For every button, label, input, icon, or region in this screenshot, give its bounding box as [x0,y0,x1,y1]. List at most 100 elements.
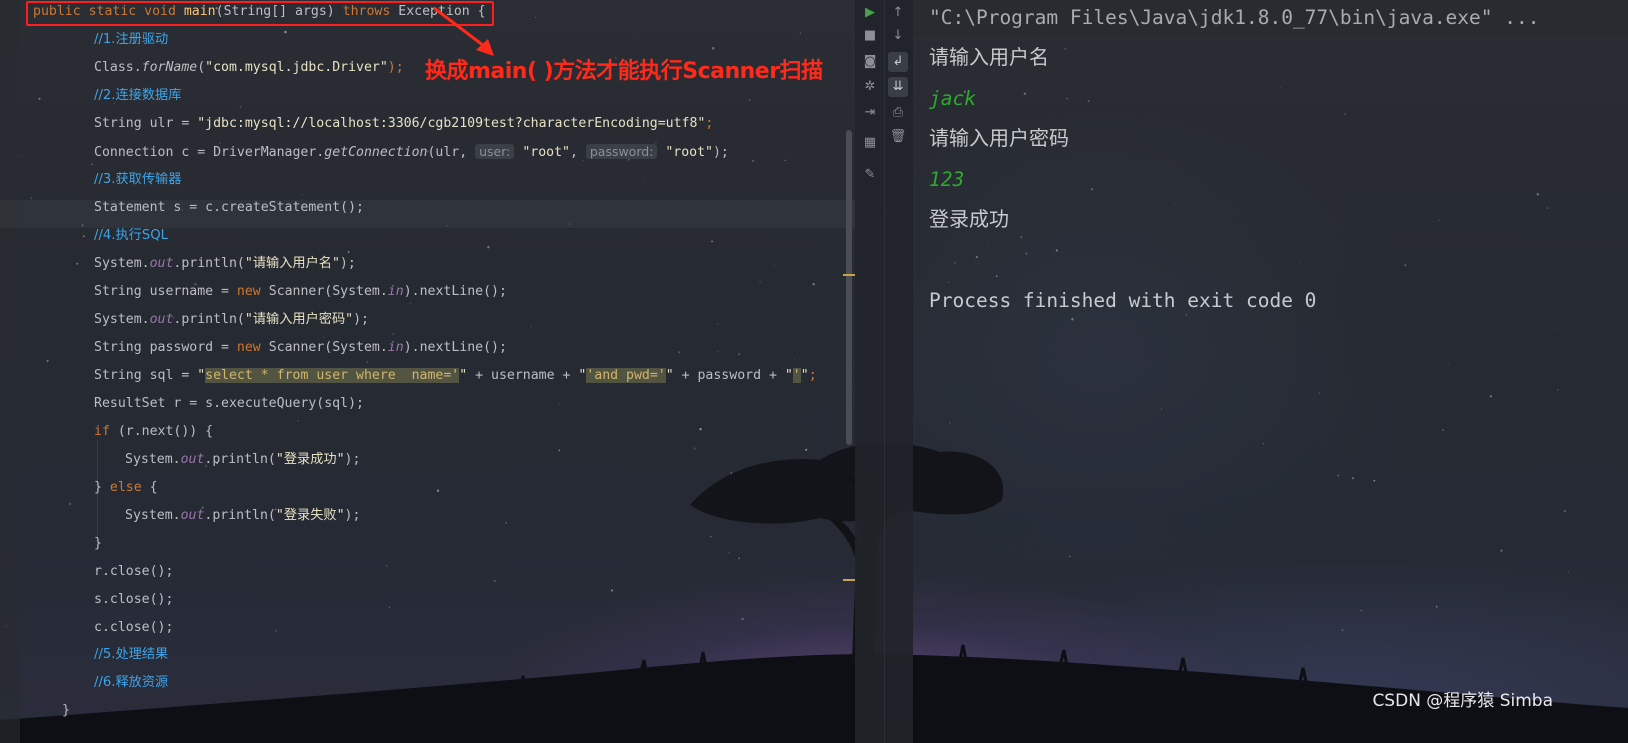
code-token: ); [353,312,369,327]
code-token: ); [344,508,361,523]
code-token: String username = [94,284,237,299]
code-line-23[interactable]: c.close(); [94,616,173,640]
string-token: "请输入用户名" [244,256,340,271]
ide-window: public static void main(String[] args) t… [0,0,1628,743]
string-token: "jdbc:mysql://localhost:3306/cgb2109test… [197,116,706,131]
field-token: out [180,508,205,523]
console-exit-message: Process finished with exit code 0 [929,289,1317,312]
code-line-17[interactable]: System.out.println("登录成功"); [125,448,360,472]
console-input-user: jack [929,87,976,110]
string-token: " [800,368,809,383]
keyword-token: new [236,284,261,299]
scroll-end-icon[interactable]: ⇊ [888,77,908,97]
code-token: .println( [173,312,245,327]
string-token: "登录成功" [275,452,345,467]
keyword-token: else [109,480,142,495]
field-token: out [149,256,174,271]
string-token: "登录失败" [275,508,345,523]
code-line-24[interactable]: //5.处理结果 [94,643,168,667]
string-token: " [784,368,793,383]
code-token: Class. [94,60,142,75]
sql-injection-highlight: 'and pwd=' [586,368,666,383]
scrollbar-marker [843,579,855,581]
down-icon[interactable]: ↓ [888,26,908,46]
code-line-3[interactable]: Class.forName("com.mysql.jdbc.Driver"); [94,56,404,80]
code-line-16[interactable]: if (r.next()) { [94,420,213,444]
sql-injection-highlight: select * from user where name=' [205,368,460,383]
field-token: out [180,452,205,467]
editor-scrollbar[interactable] [846,130,852,445]
code-token: + username + [467,368,579,383]
code-line-7[interactable]: //3.获取传输器 [94,168,181,192]
layout-icon[interactable]: ▦ [860,133,880,153]
code-line-14[interactable]: String sql = "select * from user where n… [94,364,817,388]
stop-icon[interactable]: ■ [860,26,880,46]
code-token: String password = [94,340,237,355]
run-icon[interactable]: ▶ [860,3,880,23]
code-line-8[interactable]: Statement s = c.createStatement(); [94,196,364,220]
code-line-20[interactable]: } [94,532,102,556]
code-line-5[interactable]: String ulr = "jdbc:mysql://localhost:330… [94,112,713,136]
run-toolbar: ▶ ■ ◙ ✲ ⇥ ▦ ✎ ↑ ↓ ↲ ⇊ ⎙ 🗑 [855,0,913,743]
code-line-22[interactable]: s.close(); [94,588,173,612]
trash-icon[interactable]: 🗑 [888,127,908,147]
code-token: ( [197,60,206,75]
code-token: System. [125,452,181,467]
code-token: ); [712,145,729,160]
camera-icon[interactable]: ◙ [860,52,880,72]
code-token: String sql = [94,368,198,383]
field-token: in [387,284,404,299]
console-input-password: 123 [929,168,965,191]
code-token: Scanner(System. [260,340,388,355]
code-token: { [141,480,158,495]
string-token: " [197,368,206,383]
code-line-26[interactable]: } [62,699,70,723]
code-token: Connection c = DriverManager. [94,145,325,160]
highlight-box [26,1,494,26]
string-token: "root" [514,145,570,160]
code-token: , [569,145,586,160]
code-token: ).nextLine(); [403,340,507,355]
code-token: Scanner(System. [260,284,388,299]
code-line-21[interactable]: r.close(); [94,560,173,584]
pin-icon[interactable]: ✎ [860,165,880,185]
annotation-arrow-icon [433,6,494,56]
string-token: "root" [657,145,713,160]
field-token: out [149,312,174,327]
annotation-text: 换成main( )方法才能执行Scanner扫描 [425,59,823,84]
console-result: 登录成功 [929,207,1009,231]
code-line-9[interactable]: //4.执行SQL [94,224,168,248]
parameter-hint: user: [475,144,515,159]
code-line-4[interactable]: //2.连接数据库 [94,84,181,108]
code-token: System. [125,508,181,523]
code-line-13[interactable]: String password = new Scanner(System.in)… [94,336,507,360]
code-token: ; [808,368,817,383]
up-icon[interactable]: ↑ [888,3,908,23]
code-line-15[interactable]: ResultSet r = s.executeQuery(sql); [94,392,364,416]
login-icon[interactable]: ⇥ [860,103,880,123]
code-line-10[interactable]: System.out.println("请输入用户名"); [94,252,356,276]
keyword-token: new [236,340,261,355]
code-editor[interactable]: public static void main(String[] args) t… [0,0,880,743]
scrollbar-marker [843,274,855,276]
code-line-6[interactable]: Connection c = DriverManager.getConnecti… [94,140,729,164]
console-command-line: "C:\Program Files\Java\jdk1.8.0_77\bin\j… [929,6,1540,29]
code-line-2[interactable]: //1.注册驱动 [94,28,168,52]
soft-wrap-icon[interactable]: ↲ [888,52,908,72]
code-line-19[interactable]: System.out.println("登录失败"); [125,504,360,528]
run-console[interactable]: "C:\Program Files\Java\jdk1.8.0_77\bin\j… [913,0,1628,743]
code-token: (ulr, [427,145,476,160]
code-token: getConnection [324,145,428,160]
string-token: "com.mysql.jdbc.Driver" [205,60,388,75]
code-token: forName [141,60,198,75]
debug-icon[interactable]: ✲ [860,77,880,97]
code-token: ); [387,60,404,75]
keyword-token: if [94,424,110,439]
code-line-18[interactable]: } else { [94,476,158,500]
code-line-25[interactable]: //6.释放资源 [94,671,168,695]
string-token: " [459,368,468,383]
code-token: + password + [673,368,785,383]
print-icon[interactable]: ⎙ [888,103,908,123]
code-line-12[interactable]: System.out.println("请输入用户密码"); [94,308,369,332]
code-line-11[interactable]: String username = new Scanner(System.in)… [94,280,507,304]
